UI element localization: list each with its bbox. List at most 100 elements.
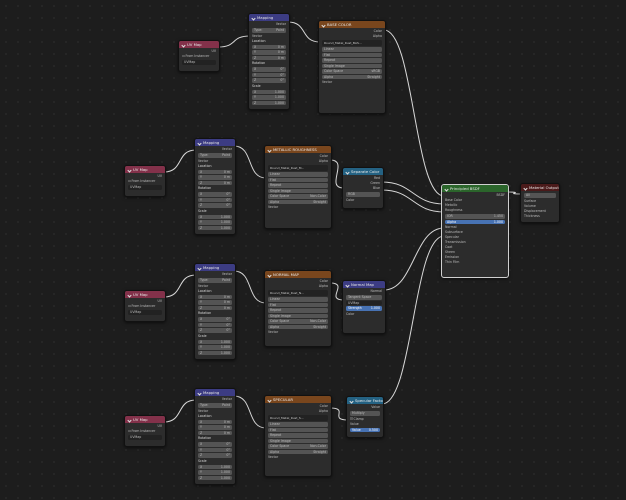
- node-link-1[interactable]: [287, 21, 321, 43]
- node-link-13[interactable]: [233, 395, 267, 429]
- rotation-z-field[interactable]: Z 0°: [198, 203, 232, 208]
- from-instancer-checkbox[interactable]: From Instancer: [128, 304, 162, 309]
- principled-bsdf-node[interactable]: Principled BSDF BSDF Base Color Metallic R…: [441, 184, 509, 278]
- uv-map-node-1[interactable]: UV Map UV From Instancer UVMap: [178, 40, 220, 72]
- source-select[interactable]: Single Image: [268, 313, 328, 318]
- uv-map-field[interactable]: UVMap: [182, 60, 216, 65]
- projection-select[interactable]: Flat: [268, 177, 328, 182]
- location-z-field[interactable]: Z0 m: [198, 180, 232, 185]
- projection-select[interactable]: Flat: [268, 427, 328, 432]
- node-link-4[interactable]: [233, 145, 267, 179]
- node-link-12[interactable]: [163, 399, 197, 423]
- alpha-mode-select[interactable]: Alpha Straight: [268, 449, 328, 454]
- space-select[interactable]: Tangent Space: [346, 295, 382, 300]
- uv-map-node-3[interactable]: UV Map UV From Instancer UVMap: [124, 290, 166, 322]
- value-field[interactable]: Value 0.500: [350, 427, 380, 432]
- colorspace-select[interactable]: Color Space Non-Color: [268, 444, 328, 449]
- interpolation-select[interactable]: Linear: [322, 47, 382, 52]
- extension-select[interactable]: Repeat: [268, 308, 328, 313]
- node-header[interactable]: UV Map: [125, 291, 165, 298]
- rotation-z-field[interactable]: Z 0°: [198, 453, 232, 458]
- strength-field[interactable]: Strength 1.000: [346, 306, 382, 311]
- colorspace-select[interactable]: Color Space sRGB: [322, 69, 382, 74]
- node-header[interactable]: UV Map: [125, 166, 165, 173]
- location-x-field[interactable]: X0 m: [198, 169, 232, 174]
- location-x-field[interactable]: X0 m: [198, 419, 232, 424]
- target-select[interactable]: All: [524, 193, 556, 198]
- bsdf-ior-field[interactable]: IOR 1.450: [445, 214, 505, 219]
- from-instancer-checkbox[interactable]: From Instancer: [128, 179, 162, 184]
- node-header[interactable]: UV Map: [125, 416, 165, 423]
- node-header[interactable]: Mapping: [195, 389, 235, 396]
- mapping-node-2[interactable]: Mapping Vector Type: Point Vector Location X 0…: [194, 138, 236, 235]
- scale-y-field[interactable]: Y 1.000: [198, 220, 232, 225]
- location-y-field[interactable]: Y0 m: [198, 175, 232, 180]
- location-y-field[interactable]: Y0 m: [198, 300, 232, 305]
- image-texture-normal[interactable]: NORMAL MAP Color Alpha Round_Metal_Rust_N.…: [264, 270, 332, 347]
- node-header[interactable]: UV Map: [179, 41, 219, 48]
- scale-z-field[interactable]: Z 1.000: [198, 350, 232, 355]
- location-x-field[interactable]: X0 m: [198, 294, 232, 299]
- uv-map-field[interactable]: UVMap: [128, 185, 162, 190]
- type-select[interactable]: Type: Point: [198, 403, 232, 408]
- location-z-field[interactable]: Z0 m: [252, 55, 286, 60]
- node-header[interactable]: Normal Map: [343, 281, 385, 288]
- node-link-11[interactable]: [383, 227, 445, 291]
- scale-y-field[interactable]: Y 1.000: [198, 345, 232, 350]
- extension-select[interactable]: Repeat: [322, 58, 382, 63]
- rotation-x-field[interactable]: X 0°: [252, 67, 286, 72]
- from-instancer-checkbox[interactable]: From Instancer: [128, 429, 162, 434]
- node-link-2[interactable]: [383, 29, 445, 197]
- location-y-field[interactable]: Y0 m: [198, 425, 232, 430]
- alpha-mode-select[interactable]: Alpha Straight: [268, 199, 328, 204]
- type-select[interactable]: Type: Point: [198, 278, 232, 283]
- type-select[interactable]: Type: Point: [198, 153, 232, 158]
- mapping-node-4[interactable]: Mapping Vector Type: Point Vector Location X 0…: [194, 388, 236, 485]
- scale-z-field[interactable]: Z 1.000: [198, 475, 232, 480]
- image-texture-metallic[interactable]: METALLIC ROUGHNESS Color Alpha Round_Metal…: [264, 145, 332, 229]
- scale-x-field[interactable]: X 1.000: [198, 339, 232, 344]
- location-z-field[interactable]: Z0 m: [198, 305, 232, 310]
- extension-select[interactable]: Repeat: [268, 433, 328, 438]
- normal-map-node[interactable]: Normal Map Normal Tangent Space UVMap St…: [342, 280, 386, 334]
- scale-x-field[interactable]: X 1.000: [198, 214, 232, 219]
- specular-factor-node[interactable]: Specular Factor Value Multiply Clamp Val…: [346, 396, 384, 438]
- uvmap-field[interactable]: UVMap: [346, 300, 382, 305]
- rotation-y-field[interactable]: Y 0°: [198, 197, 232, 202]
- source-select[interactable]: Single Image: [322, 63, 382, 68]
- node-link-9[interactable]: [233, 270, 267, 304]
- alpha-mode-select[interactable]: Alpha Straight: [322, 74, 382, 79]
- scale-y-field[interactable]: Y 1.000: [198, 470, 232, 475]
- uv-map-node-4[interactable]: UV Map UV From Instancer UVMap: [124, 415, 166, 447]
- location-z-field[interactable]: Z0 m: [198, 430, 232, 435]
- bsdf-alpha-field[interactable]: Alpha 1.000: [445, 219, 505, 224]
- rotation-z-field[interactable]: Z 0°: [198, 328, 232, 333]
- rotation-y-field[interactable]: Y 0°: [198, 447, 232, 452]
- from-instancer-checkbox[interactable]: From Instancer: [182, 54, 216, 59]
- material-output-node[interactable]: Material Output All Surface Volume Displ…: [520, 183, 560, 223]
- node-header[interactable]: NORMAL MAP: [265, 271, 331, 278]
- location-x-field[interactable]: X0 m: [252, 44, 286, 49]
- interpolation-select[interactable]: Linear: [268, 297, 328, 302]
- node-header[interactable]: Separate Color: [343, 168, 383, 175]
- location-y-field[interactable]: Y0 m: [252, 50, 286, 55]
- node-link-0[interactable]: [217, 35, 251, 48]
- operation-select[interactable]: Multiply: [350, 411, 380, 416]
- rotation-y-field[interactable]: Y 0°: [198, 322, 232, 327]
- separate-color-node[interactable]: Separate Color Red Green Blue RGB Color: [342, 167, 384, 209]
- node-link-8[interactable]: [163, 274, 197, 298]
- scale-z-field[interactable]: Z 1.000: [252, 100, 286, 105]
- scale-x-field[interactable]: X 1.000: [252, 89, 286, 94]
- rotation-x-field[interactable]: X 0°: [198, 442, 232, 447]
- node-link-3[interactable]: [163, 149, 197, 173]
- node-header[interactable]: Principled BSDF: [442, 185, 508, 192]
- node-header[interactable]: Specular Factor: [347, 397, 383, 404]
- scale-x-field[interactable]: X 1.000: [198, 464, 232, 469]
- node-header[interactable]: Mapping: [195, 264, 235, 271]
- image-selector[interactable]: Round_Metal_Rust_N...: [268, 290, 328, 296]
- rotation-x-field[interactable]: X 0°: [198, 317, 232, 322]
- bsdf-input-roughness[interactable]: Roughness: [445, 208, 505, 213]
- colorspace-select[interactable]: Color Space Non-Color: [268, 319, 328, 324]
- rotation-y-field[interactable]: Y 0°: [252, 72, 286, 77]
- node-header[interactable]: Material Output: [521, 184, 559, 191]
